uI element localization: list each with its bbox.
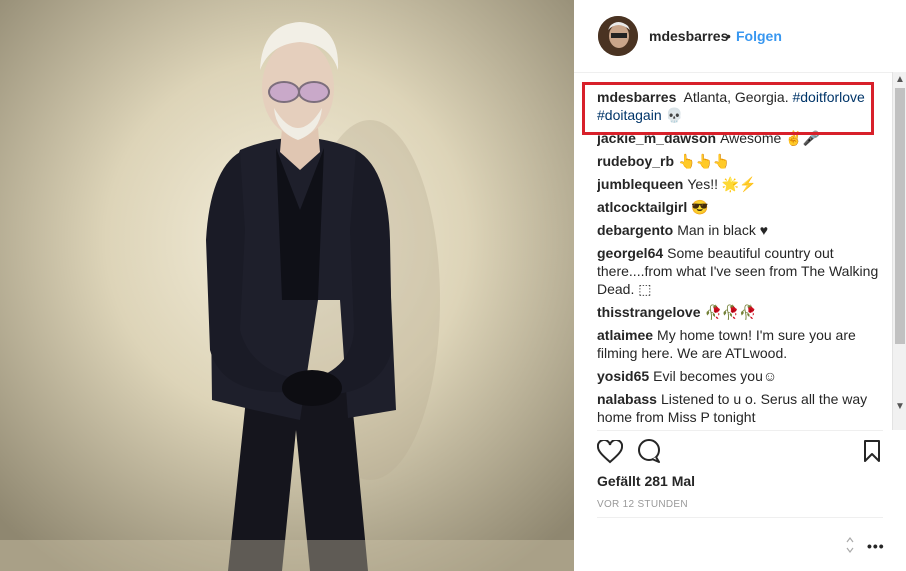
mini-scroll-arrows[interactable] xyxy=(844,535,856,555)
comment-item: thisstrangelove 🥀🥀🥀 xyxy=(597,303,883,321)
comment-username[interactable]: atlcocktailgirl xyxy=(597,199,687,215)
action-bar xyxy=(597,438,883,466)
comment-text: 😎 xyxy=(691,199,709,215)
comment-username[interactable]: yosid65 xyxy=(597,368,649,384)
comment-username[interactable]: thisstrangelove xyxy=(597,304,700,320)
comment-username[interactable]: jumblequeen xyxy=(597,176,683,192)
comment-item: jumblequeen Yes!! 🌟⚡ xyxy=(597,175,883,193)
comment-username[interactable]: debargento xyxy=(597,222,673,238)
comment-text: Yes!! 🌟⚡ xyxy=(687,176,757,192)
comment-username[interactable]: rudeboy_rb xyxy=(597,153,674,169)
comment-item: georgel64 Some beautiful country out ther… xyxy=(597,244,883,298)
more-icon[interactable]: ••• xyxy=(867,538,885,554)
avatar[interactable] xyxy=(598,16,638,56)
separator-dot: • xyxy=(726,28,731,44)
avatar-image xyxy=(598,16,638,56)
comment-item: debargento Man in black ♥ xyxy=(597,221,883,239)
caption-highlight-box xyxy=(582,82,874,135)
scrollbar-thumb[interactable] xyxy=(895,88,905,344)
comment-item: rudeboy_rb 👆👆👆 xyxy=(597,152,883,170)
post-side-panel: mdesbarres • Folgen mdesbarres Atlanta, … xyxy=(574,0,906,571)
resize-arrows-icon[interactable] xyxy=(844,535,856,555)
post-timestamp: VOR 12 STUNDEN xyxy=(597,499,688,510)
comment-item: atlaimee My home town! I'm sure you are f… xyxy=(597,326,883,362)
comment-icon[interactable] xyxy=(637,439,661,463)
scroll-down-icon[interactable]: ▼ xyxy=(895,401,905,412)
comment-text: 🥀🥀🥀 xyxy=(704,304,757,320)
divider xyxy=(597,517,883,518)
header-username[interactable]: mdesbarres xyxy=(649,28,728,44)
comment-item: yosid65 Evil becomes you☺ xyxy=(597,367,883,385)
comment-username[interactable]: nalabass xyxy=(597,391,657,407)
comment-text: Evil becomes you☺ xyxy=(653,368,778,384)
comment-username[interactable]: georgel64 xyxy=(597,245,663,261)
heart-icon[interactable] xyxy=(597,440,623,464)
photo-man-in-black xyxy=(0,0,574,571)
comments-scrollbar[interactable]: ▲ ▼ xyxy=(892,72,906,430)
comment-text: 👆👆👆 xyxy=(678,153,731,169)
scroll-up-icon[interactable]: ▲ xyxy=(895,74,905,85)
comment-username[interactable]: atlaimee xyxy=(597,327,653,343)
bookmark-icon[interactable] xyxy=(863,439,881,463)
comment-item: atlcocktailgirl 😎 xyxy=(597,198,883,216)
comment-item: nalabass Listened to u o. Serus all the w… xyxy=(597,390,883,426)
post-header: mdesbarres • Folgen xyxy=(574,0,906,73)
comment-text: Man in black ♥ xyxy=(677,222,769,238)
post-photo xyxy=(0,0,574,571)
likes-count[interactable]: Gefällt 281 Mal xyxy=(597,473,695,489)
divider xyxy=(597,430,883,431)
follow-button[interactable]: Folgen xyxy=(736,28,782,44)
comments-list: mdesbarres Atlanta, Georgia. #doitforlov… xyxy=(597,88,883,427)
